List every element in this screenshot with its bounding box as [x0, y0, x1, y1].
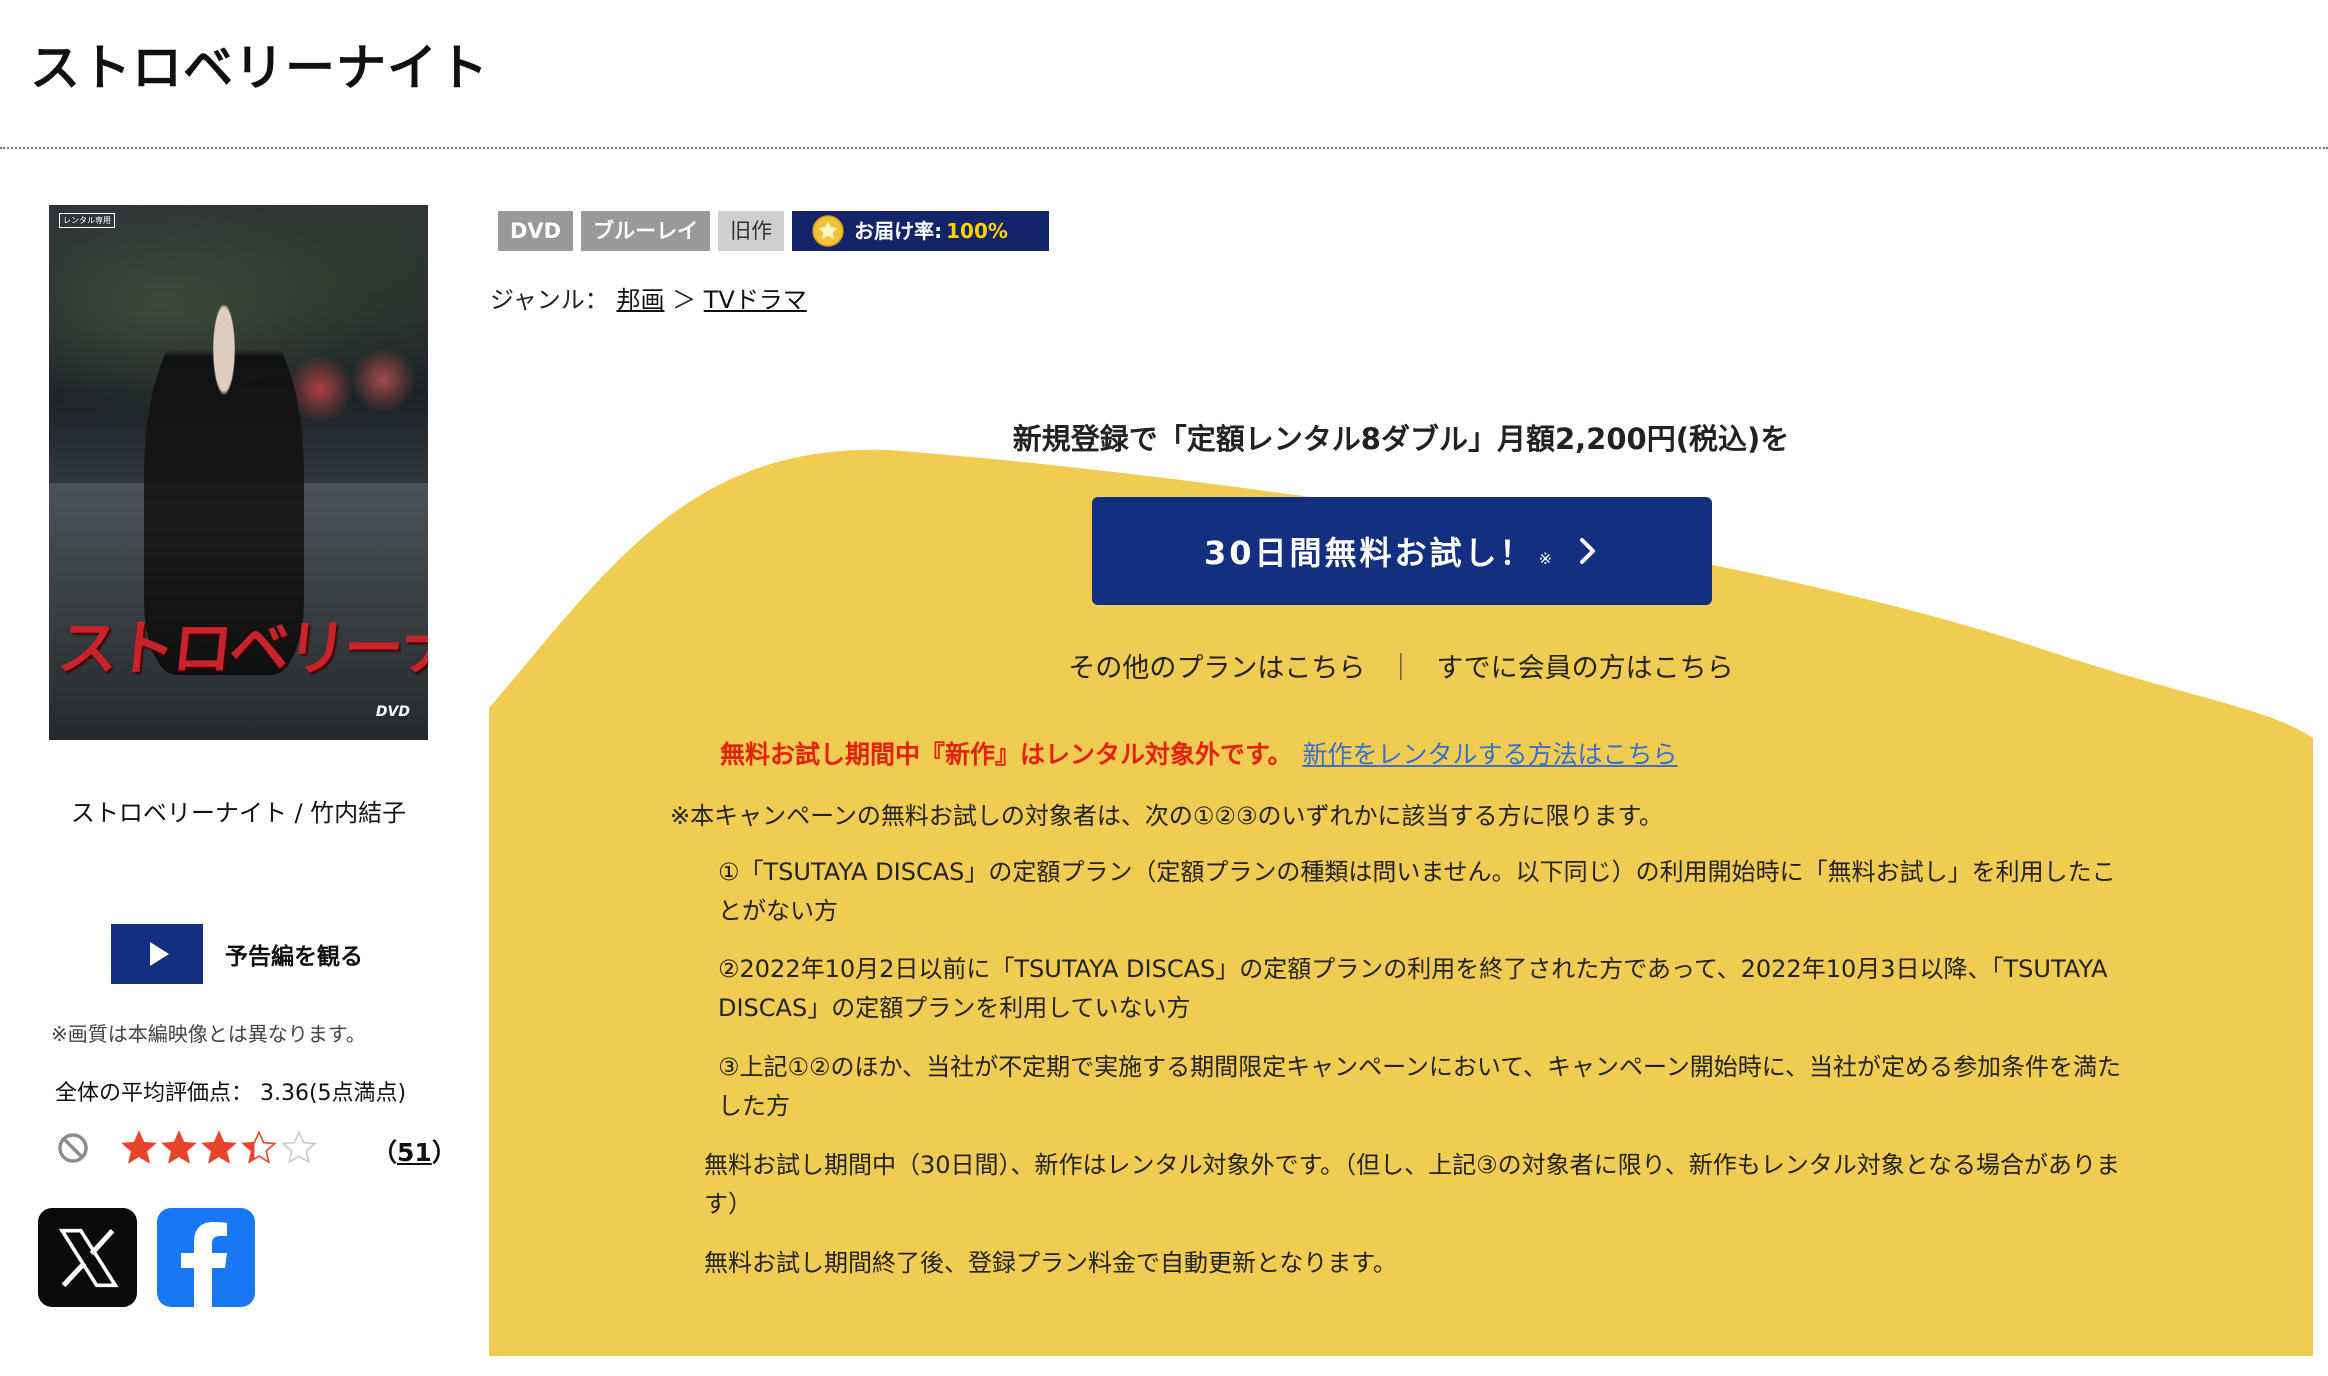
trailer-label[interactable]: 予告編を観る [225, 937, 363, 971]
promo-headline: 新規登録で「定額レンタル8ダブル」月額2,200円(税込)を [1012, 422, 1790, 456]
delivery-value: 100% [946, 219, 1008, 243]
genre-prefix: ジャンル： [490, 286, 609, 314]
format-badges: DVD ブルーレイ 旧作 お届け率: 100% [498, 211, 1057, 251]
star-rating [120, 1128, 320, 1168]
badge-delivery-rate: お届け率: 100% [792, 211, 1050, 251]
campaign-terms-intro: ※本キャンペーンの無料お試しの対象者は、次の①②③のいずれかに該当する方に限りま… [670, 802, 1664, 830]
page-title: ストロベリーナイト [30, 39, 489, 97]
campaign-condition-2: ②2022年10月2日以前に「TSUTAYA DISCAS」の定額プランの利用を… [718, 955, 2108, 1022]
campaign-condition-3: ③上記①②のほか、当社が不定期で実施する期間限定キャンペーンにおいて、キャンペー… [718, 1053, 2122, 1120]
review-count-link[interactable]: 51 [397, 1138, 432, 1167]
facebook-logo-icon [181, 1222, 227, 1307]
x-share-button[interactable] [38, 1208, 137, 1307]
title-cast-caption: ストロベリーナイト / 竹内結子 [70, 799, 407, 827]
star-icon[interactable] [120, 1128, 158, 1168]
badge-old-release: 旧作 [718, 211, 785, 251]
play-icon[interactable] [111, 924, 203, 984]
genre-link-tvdrama[interactable]: TVドラマ [704, 286, 807, 314]
other-plans-link[interactable]: その他のプランはこちら [1068, 653, 1365, 684]
poster-dvd-logo: DVD [375, 704, 410, 720]
star-icon[interactable] [280, 1128, 318, 1168]
genre-link-hougaku[interactable]: 邦画 [616, 286, 664, 314]
star-icon[interactable] [200, 1128, 238, 1168]
title-divider [0, 147, 2328, 149]
new-release-notice: 無料お試し期間中『新作』はレンタル対象外です。 新作をレンタルする方法はこちら [720, 735, 1678, 771]
badge-dvd: DVD [498, 211, 574, 251]
delivery-label: お届け率: [854, 219, 943, 243]
plan-link-separator: ｜ [1387, 653, 1415, 684]
quality-note: ※画質は本編映像とは異なります。 [51, 1022, 366, 1046]
new-release-terms: 無料お試し期間中（30日間）、新作はレンタル対象外です。（但し、上記③の対象者に… [704, 1151, 2120, 1218]
badge-bluray: ブルーレイ [581, 211, 711, 251]
member-login-link[interactable]: すでに会員の方はこちら [1436, 653, 1733, 684]
chevron-right-icon [1579, 538, 1595, 564]
medal-icon [812, 215, 844, 247]
x-logo-icon [58, 1228, 119, 1287]
genre-separator: ＞ [672, 286, 697, 314]
poster-rental-tag: レンタル専用 [59, 213, 115, 228]
auto-renewal-note: 無料お試し期間終了後、登録プラン料金で自動更新となります。 [704, 1249, 1397, 1277]
average-rating-text: 全体の平均評価点： 3.36(5点満点) [55, 1081, 407, 1106]
rating-row: （51） [55, 1128, 457, 1172]
free-trial-note-mark: ※ [1538, 548, 1552, 568]
poster-title-text: ストロベリーナイト [54, 614, 428, 684]
star-icon[interactable] [240, 1128, 278, 1168]
plan-links: その他のプランはこちら ｜ すでに会員の方はこちら [489, 646, 2313, 685]
new-release-rental-link[interactable]: 新作をレンタルする方法はこちら [1303, 740, 1678, 769]
new-release-warning: 無料お試し期間中『新作』はレンタル対象外です。 [720, 740, 1293, 769]
ban-icon[interactable] [57, 1132, 89, 1164]
genre-breadcrumb: ジャンル： 邦画 ＞ TVドラマ [490, 280, 807, 315]
dvd-jacket-image[interactable]: レンタル専用 ストロベリーナイト DVD [49, 205, 428, 740]
trailer-button[interactable]: 予告編を観る [111, 924, 363, 984]
free-trial-label[interactable]: 30日間無料お試し！ [1204, 528, 1535, 574]
facebook-share-button[interactable] [157, 1208, 255, 1307]
star-icon[interactable] [160, 1128, 198, 1168]
review-count[interactable]: （51） [372, 1133, 457, 1169]
campaign-condition-1: ①「TSUTAYA DISCAS」の定額プラン（定額プランの種類は問いません。以… [718, 858, 2116, 925]
free-trial-button[interactable]: 30日間無料お試し！ ※ [1092, 497, 1712, 605]
